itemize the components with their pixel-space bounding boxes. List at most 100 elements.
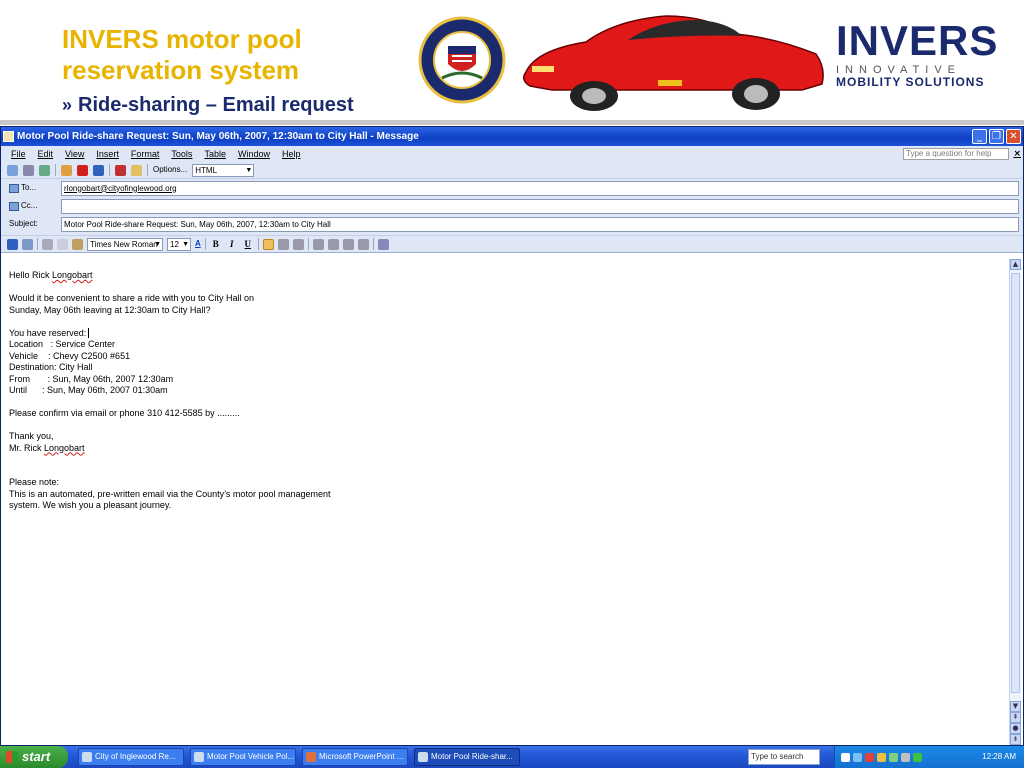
task-inglewood[interactable]: City of Inglewood Re... <box>78 748 184 766</box>
restore-button[interactable]: ❐ <box>989 129 1004 144</box>
menu-help[interactable]: Help <box>282 146 301 162</box>
cc-field[interactable] <box>61 198 1019 214</box>
update-icon[interactable] <box>889 752 898 762</box>
thanks-line: Thank you, <box>9 431 54 441</box>
bullet-icon: » <box>62 95 73 115</box>
underline-button[interactable]: U <box>242 239 254 249</box>
menu-window[interactable]: Window <box>238 146 270 162</box>
address-book-icon[interactable] <box>23 164 34 176</box>
to-label: To... <box>21 183 37 192</box>
print-icon[interactable] <box>22 238 33 250</box>
high-importance-icon[interactable] <box>77 164 88 176</box>
subject-field[interactable]: Motor Pool Ride-share Request: Sun, May … <box>61 216 1019 232</box>
numbered-list-icon[interactable] <box>312 238 324 250</box>
close-button[interactable]: ✕ <box>1006 129 1021 144</box>
volume-icon[interactable] <box>901 752 910 762</box>
message-body[interactable]: Hello Rick Longobart Would it be conveni… <box>3 259 1011 745</box>
scroll-up-icon[interactable]: ▲ <box>1010 259 1021 270</box>
start-label: start <box>22 749 51 764</box>
security-icon[interactable] <box>865 752 874 762</box>
browse-object-icon[interactable]: ● <box>1010 723 1021 734</box>
task-motor-pool-policy[interactable]: Motor Pool Vehicle Pol... <box>190 748 296 766</box>
message-format-value: HTML <box>195 165 218 175</box>
menu-tools[interactable]: Tools <box>171 146 192 162</box>
task-rideshare-message[interactable]: Motor Pool Ride-shar... <box>414 748 520 766</box>
reserved-heading: You have reserved: <box>9 327 87 338</box>
permission-icon[interactable] <box>131 164 142 176</box>
menu-bar: File Edit View Insert Format Tools Table… <box>1 146 1023 162</box>
scroll-thumb[interactable] <box>1011 273 1020 693</box>
highlight-icon[interactable] <box>377 238 389 250</box>
menu-table[interactable]: Table <box>204 146 226 162</box>
invers-logo: INVERS INNOVATIVE MOBILITY SOLUTIONS <box>836 17 999 96</box>
follow-up-flag-icon[interactable] <box>115 164 126 176</box>
invers-logo-tagline-2: MOBILITY SOLUTIONS <box>836 75 985 89</box>
copy-icon[interactable] <box>57 238 68 250</box>
menu-edit[interactable]: Edit <box>38 146 54 162</box>
insert-file-icon[interactable] <box>61 164 72 176</box>
start-button[interactable]: start <box>0 746 68 768</box>
cut-icon[interactable] <box>42 238 53 250</box>
low-importance-icon[interactable] <box>93 164 104 176</box>
font-size-select[interactable]: 12 ▼ <box>167 237 191 251</box>
slide-subtitle: » Ride-sharing – Email request <box>62 92 354 118</box>
signature: Thank you, Mr. Rick Longobart <box>9 431 1011 454</box>
subject-row: Subject: Motor Pool Ride-share Request: … <box>3 215 1021 233</box>
task-label: Motor Pool Ride-shar... <box>431 752 513 761</box>
check-names-icon[interactable] <box>39 164 50 176</box>
powerpoint-icon <box>306 752 316 762</box>
font-name-select[interactable]: Times New Roman ▼ <box>87 237 163 251</box>
until-line: Until : Sun, May 06th, 2007 01:30am <box>9 385 168 395</box>
align-left-icon[interactable] <box>262 238 274 250</box>
greeting-name: Longobart <box>52 270 93 280</box>
toolbar-separator <box>257 238 259 250</box>
increase-indent-icon[interactable] <box>357 238 369 250</box>
close-document-icon[interactable]: × <box>1013 146 1021 162</box>
save-icon[interactable] <box>7 238 18 250</box>
toolbar-separator <box>372 238 374 250</box>
decrease-indent-icon[interactable] <box>342 238 354 250</box>
reservation-details: You have reserved: Location : Service Ce… <box>9 328 1011 397</box>
paste-icon[interactable] <box>72 238 83 250</box>
message-icon <box>3 131 14 142</box>
previous-page-icon[interactable]: ⇞ <box>1010 712 1021 723</box>
minimize-button[interactable]: _ <box>972 129 987 144</box>
note-line-2: system. We wish you a pleasant journey. <box>9 500 172 510</box>
messenger-icon[interactable] <box>877 752 886 762</box>
align-right-icon[interactable] <box>292 238 304 250</box>
location-line: Location : Service Center <box>9 339 116 349</box>
desktop-search-input[interactable]: Type to search <box>748 749 820 765</box>
menu-format[interactable]: Format <box>131 146 160 162</box>
scroll-down-icon[interactable]: ▼ <box>1010 701 1021 712</box>
font-color-icon[interactable]: A <box>195 237 201 251</box>
search-options-icon[interactable] <box>841 752 850 762</box>
attach-icon[interactable] <box>7 164 18 176</box>
greeting-line: Hello Rick Longobart <box>9 270 1011 282</box>
vertical-scrollbar[interactable]: ▲ ▼ ⇞ ● ⇟ <box>1009 259 1021 745</box>
help-search-input[interactable]: Type a question for help <box>903 148 1009 160</box>
message-format-select[interactable]: HTML ▼ <box>192 163 255 177</box>
toolbar-separator <box>204 238 206 250</box>
options-button[interactable]: Options... <box>153 163 187 177</box>
cc-row: Cc... <box>3 197 1021 215</box>
toolbar-separator <box>55 164 56 176</box>
align-center-icon[interactable] <box>277 238 289 250</box>
wireless-icon[interactable] <box>913 752 922 762</box>
window-titlebar[interactable]: Motor Pool Ride-share Request: Sun, May … <box>1 127 1023 146</box>
cc-label: Cc... <box>21 201 38 210</box>
menu-insert[interactable]: Insert <box>96 146 119 162</box>
to-button[interactable]: To... <box>3 180 61 196</box>
request-paragraph: Would it be convenient to share a ride w… <box>9 293 1011 316</box>
next-page-icon[interactable]: ⇟ <box>1010 734 1021 745</box>
bullet-list-icon[interactable] <box>327 238 339 250</box>
cc-button[interactable]: Cc... <box>3 198 61 214</box>
italic-button[interactable]: I <box>226 239 238 249</box>
task-powerpoint[interactable]: Microsoft PowerPoint ... <box>302 748 408 766</box>
menu-file[interactable]: File <box>11 146 26 162</box>
network-icon[interactable] <box>853 752 862 762</box>
menu-view[interactable]: View <box>65 146 84 162</box>
to-field[interactable]: rlongobart@cityofinglewood.org <box>61 180 1019 196</box>
confirm-line: Please confirm via email or phone 310 41… <box>9 408 240 418</box>
invers-logo-word: INVERS <box>836 17 999 64</box>
bold-button[interactable]: B <box>210 239 222 249</box>
